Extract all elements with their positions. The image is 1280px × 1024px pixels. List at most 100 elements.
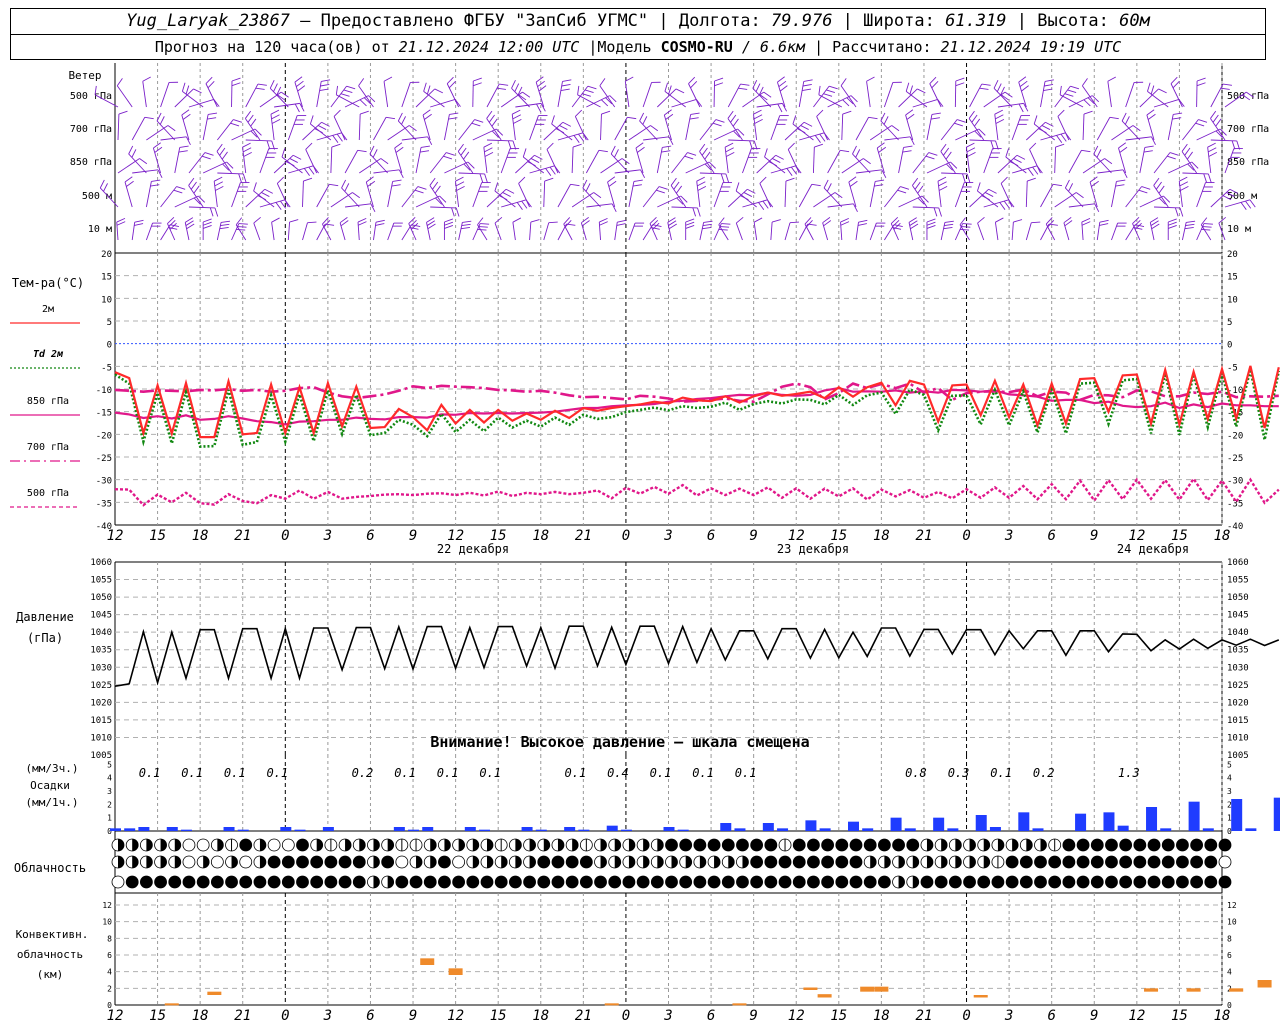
wind-barb-feather: [1032, 166, 1039, 175]
wind-barb-feather: [188, 177, 195, 186]
wind-barb-feather: [317, 125, 327, 130]
wind-barb-feather: [764, 148, 768, 158]
wind-barb: [457, 151, 474, 174]
cloud-cover-symbol: [792, 838, 806, 852]
wind-barb-feather: [1104, 158, 1113, 165]
wind-barb-feather: [726, 151, 735, 157]
wind-barb-feather: [940, 143, 947, 152]
conv-cloud-bar: [1144, 988, 1159, 992]
wind-barb: [205, 83, 218, 108]
cloud-half-fill: [884, 856, 891, 868]
wind-barb-feather: [544, 177, 554, 182]
wind-barb-feather: [134, 223, 144, 226]
wind-barb-feather: [906, 113, 915, 120]
wind-barb: [500, 91, 523, 108]
wind-barb-feather: [937, 176, 947, 182]
conv-cloud-bar: [1186, 988, 1201, 992]
temp-title: Тем-ра(°С): [12, 276, 84, 290]
wind-barb-feather: [903, 145, 913, 148]
wind-barb: [954, 223, 964, 241]
wind-barb-feather: [538, 85, 547, 92]
cloud-cover-symbol: [679, 875, 693, 889]
wind-barb-feather: [449, 112, 459, 115]
wind-barb-feather: [250, 118, 257, 127]
wind-barb-feather: [1186, 151, 1193, 160]
conv-tick-left: 0: [107, 1001, 112, 1010]
wind-barb-feather: [247, 114, 254, 123]
wind-barb-feather: [944, 223, 954, 227]
wind-barb-feather: [444, 221, 454, 226]
wind-barb: [245, 139, 272, 142]
cloud-cover-symbol: [821, 838, 835, 852]
wind-barb-feather: [261, 192, 270, 197]
wind-barb: [822, 222, 829, 241]
wind-barb-feather: [966, 173, 971, 183]
wind-barb: [1139, 147, 1146, 174]
cloud-cover-symbol: [821, 875, 835, 889]
wind-barb: [333, 116, 346, 141]
cloud-cover-symbol: [182, 875, 196, 889]
wind-barb-feather: [118, 110, 128, 115]
wind-barb-feather: [632, 184, 642, 187]
wind-barb-feather: [461, 223, 471, 227]
wind-barb: [759, 183, 772, 208]
hour-label: 21: [575, 528, 592, 544]
wind-barb: [1063, 222, 1070, 241]
pressure-tick-right: 1050: [1227, 593, 1249, 603]
temp-legend-label: 700 гПа: [27, 442, 69, 453]
cloud-cover-symbol: [182, 855, 196, 869]
temp-tick-left: 20: [101, 250, 112, 260]
wind-barb-feather: [336, 133, 343, 142]
precip-bar: [322, 827, 334, 831]
temp-tick-right: 10: [1227, 295, 1238, 305]
wind-barb: [1089, 181, 1098, 208]
conv-cloud-bar: [1257, 980, 1272, 988]
wind-barb-feather: [1116, 179, 1126, 182]
cloud-cover-symbol: [565, 855, 579, 869]
cloud-cover-symbol: [1147, 855, 1161, 869]
wind-barb: [1170, 83, 1183, 108]
wind-barb: [358, 114, 361, 141]
wind-barb-feather: [1215, 118, 1222, 127]
wind-barb-feather: [202, 221, 212, 226]
cloud-cover-symbol: [182, 838, 196, 852]
wind-barb-feather: [383, 76, 393, 82]
temp-tick-left: -30: [96, 477, 112, 487]
wind-barb-feather: [1155, 181, 1162, 190]
wind-barb: [840, 85, 857, 108]
cloud-half-fill: [628, 839, 635, 851]
conv-tick-left: 10: [102, 918, 112, 927]
wind-barb: [1182, 119, 1199, 141]
wind-barb-feather: [905, 109, 914, 116]
wind-barb-feather: [1013, 158, 1022, 163]
wind-barb-feather: [777, 76, 785, 83]
temp-tick-left: 5: [107, 318, 112, 328]
precip-bar: [677, 829, 689, 831]
wind-barb-feather: [988, 188, 997, 194]
wind-barb-feather: [446, 76, 454, 84]
temp-legend-label: 2м: [42, 304, 54, 315]
wind-barb: [231, 223, 240, 241]
wind-barb: [202, 161, 227, 174]
precip-3h-sum: 0.1: [990, 766, 1012, 780]
pressure-tick-right: 1035: [1227, 646, 1249, 656]
wind-barb-feather: [1096, 149, 1102, 158]
cloud-half-fill: [472, 856, 479, 868]
cloud-cover-symbol: [438, 875, 451, 889]
wind-barb-feather: [392, 179, 402, 182]
wind-barb-feather: [1143, 150, 1153, 153]
wind-barb-feather: [488, 114, 495, 123]
wind-barb-feather: [434, 88, 444, 94]
wind-barb: [231, 182, 241, 208]
conv-cloud-bar: [164, 1003, 179, 1006]
wind-barb-feather: [1056, 135, 1063, 143]
hour-label: 15: [149, 528, 166, 544]
pressure-tick-left: 1040: [90, 628, 112, 638]
wind-barb-feather: [673, 181, 680, 190]
wind-barb-feather: [238, 223, 248, 225]
wind-barb-feather: [875, 179, 885, 182]
wind-barb-feather: [905, 82, 910, 92]
wind-barb-feather: [931, 81, 939, 89]
wind-barb-feather: [151, 179, 161, 182]
precip-bar: [1075, 813, 1087, 831]
